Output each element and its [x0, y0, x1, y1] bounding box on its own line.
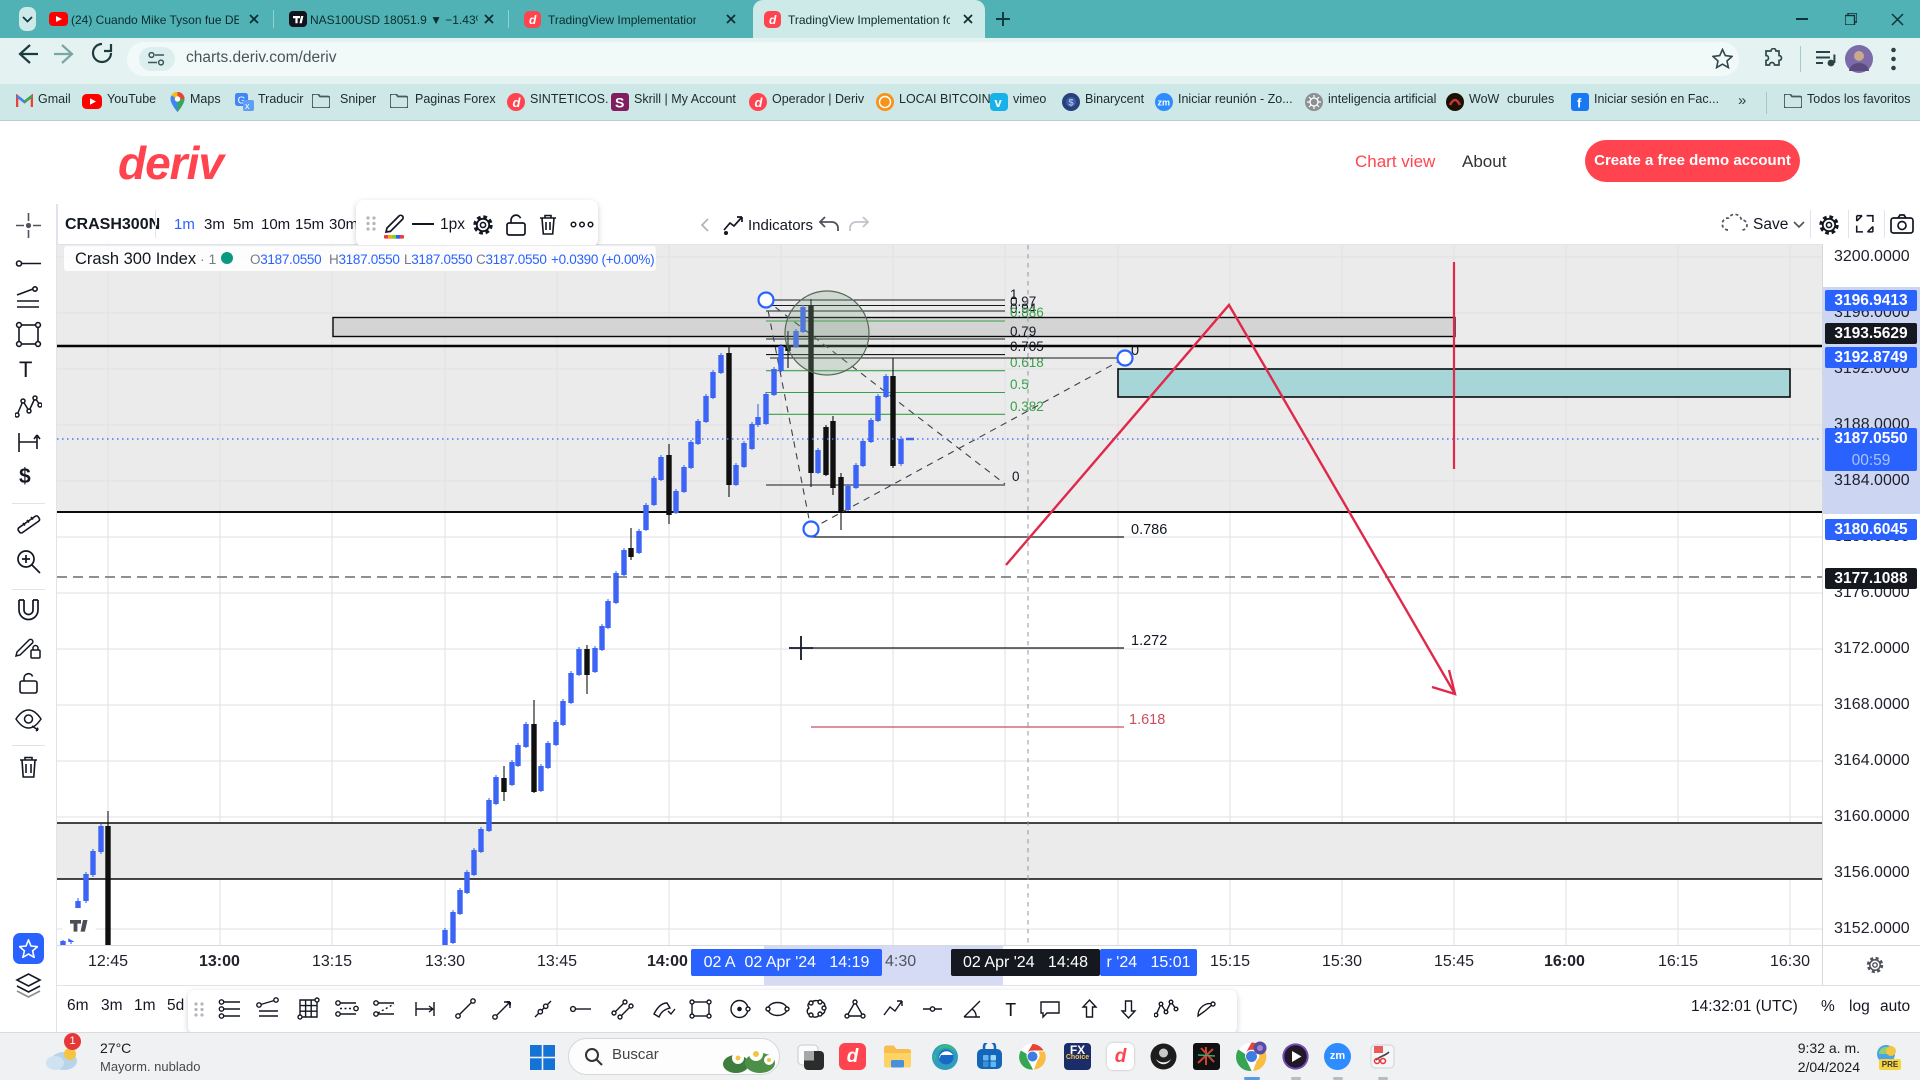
svg-text:d: d: [513, 95, 522, 110]
svg-text:f: f: [1577, 96, 1582, 111]
svg-text:x: x: [245, 101, 250, 111]
svg-text:H3187.0550: H3187.0550: [329, 252, 400, 267]
svg-text:0.5: 0.5: [1010, 377, 1029, 392]
svg-text:C3187.0550: C3187.0550: [476, 252, 547, 267]
svg-text:0.618: 0.618: [1010, 355, 1044, 370]
svg-text:T: T: [1005, 1000, 1016, 1021]
svg-text:d: d: [529, 13, 537, 27]
svg-text:d: d: [769, 13, 777, 27]
svg-text:L3187.0550: L3187.0550: [404, 252, 472, 267]
svg-text:1.272: 1.272: [1131, 633, 1167, 649]
svg-text:$: $: [1069, 98, 1074, 108]
svg-text:v: v: [995, 95, 1003, 110]
svg-text:d: d: [755, 95, 764, 110]
svg-text:Crash 300 Index: Crash 300 Index: [75, 250, 197, 268]
svg-text:zm: zm: [1158, 98, 1171, 108]
svg-text:O3187.0550: O3187.0550: [250, 252, 321, 267]
svg-text:0.786: 0.786: [1131, 522, 1167, 538]
svg-text:0.886: 0.886: [1010, 305, 1044, 320]
svg-text:0.79: 0.79: [1010, 324, 1036, 339]
svg-text:· 1: · 1: [200, 251, 217, 267]
svg-text:1.618: 1.618: [1129, 712, 1165, 728]
svg-text:0: 0: [1012, 469, 1020, 484]
svg-text:+0.0390 (+0.00%): +0.0390 (+0.00%): [551, 252, 654, 267]
svg-text:0.705: 0.705: [1010, 339, 1044, 354]
svg-text:S: S: [615, 95, 624, 111]
